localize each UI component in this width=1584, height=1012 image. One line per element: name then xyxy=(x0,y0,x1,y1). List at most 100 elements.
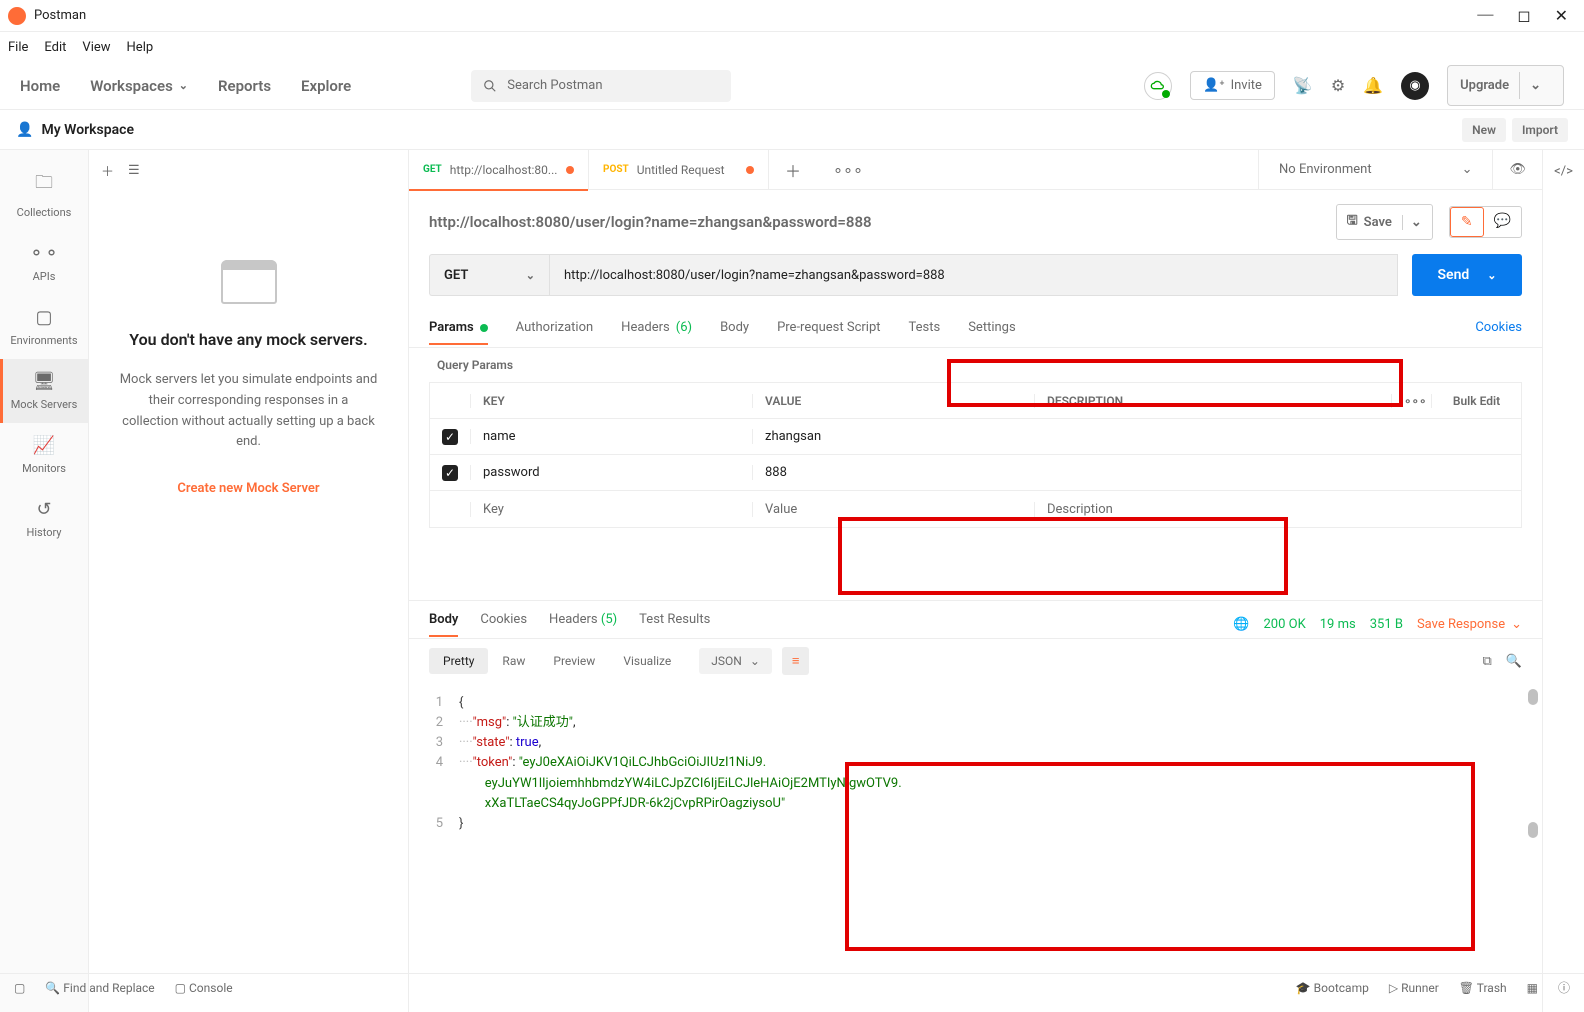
search-icon xyxy=(483,79,497,93)
wrap-lines-icon[interactable]: ≡ xyxy=(782,647,810,675)
nav-explore[interactable]: Explore xyxy=(301,77,351,95)
status-code: 200 OK xyxy=(1264,617,1306,632)
tab-options-button[interactable]: ∘∘∘ xyxy=(817,160,879,179)
minimize-icon[interactable]: — xyxy=(1477,6,1493,26)
runner-button[interactable]: ▷ Runner xyxy=(1389,981,1439,995)
nav-workspaces[interactable]: Workspaces⌄ xyxy=(90,77,188,95)
console-button[interactable]: ▢ Console xyxy=(175,981,233,995)
mock-empty-desc: Mock servers let you simulate endpoints … xyxy=(119,370,378,453)
search-response-icon[interactable]: 🔍 xyxy=(1506,654,1522,669)
mock-panel: ＋ ☰ You don't have any mock servers. Moc… xyxy=(89,150,409,1012)
menu-edit[interactable]: Edit xyxy=(44,40,66,55)
globe-icon[interactable]: 🌐 xyxy=(1233,617,1249,632)
scrollbar[interactable] xyxy=(1528,822,1538,838)
copy-icon[interactable]: ⧉ xyxy=(1483,654,1492,669)
comment-icon[interactable]: 💬 xyxy=(1484,207,1521,237)
environment-selector[interactable]: No Environment⌄ xyxy=(1258,150,1492,190)
sidebar-item-environments[interactable]: ▢Environments xyxy=(0,295,88,359)
checkbox-checked-icon[interactable]: ✓ xyxy=(442,465,458,481)
tab-headers[interactable]: Headers (6) xyxy=(621,314,692,345)
global-search[interactable]: Search Postman xyxy=(471,70,731,102)
tab-body[interactable]: Body xyxy=(720,314,749,345)
request-area: GET http://localhost:80... POST Untitled… xyxy=(409,150,1542,1012)
tab-prerequest[interactable]: Pre-request Script xyxy=(777,314,880,345)
sidebar-item-collections[interactable]: 🗀Collections xyxy=(0,158,88,231)
fmt-visualize[interactable]: Visualize xyxy=(609,648,685,674)
workspace-name[interactable]: 👤 My Workspace xyxy=(16,122,134,138)
menu-view[interactable]: View xyxy=(82,40,110,55)
fmt-raw[interactable]: Raw xyxy=(488,648,539,674)
scrollbar[interactable] xyxy=(1528,689,1538,705)
mock-empty-title: You don't have any mock servers. xyxy=(129,328,367,352)
cookies-link[interactable]: Cookies xyxy=(1475,314,1522,345)
sidebar-toggle-icon[interactable]: ▢ xyxy=(14,981,25,995)
filter-icon[interactable]: ☰ xyxy=(128,163,140,178)
tab-request-1[interactable]: GET http://localhost:80... xyxy=(409,150,589,190)
trash-button[interactable]: 🗑 Trash xyxy=(1459,981,1507,995)
tab-settings[interactable]: Settings xyxy=(968,314,1015,345)
upgrade-button[interactable]: Upgrade⌄ xyxy=(1447,65,1564,106)
tab-authorization[interactable]: Authorization xyxy=(516,314,594,345)
add-icon[interactable]: ＋ xyxy=(101,161,114,180)
save-response-button[interactable]: Save Response⌄ xyxy=(1417,617,1522,632)
menu-file[interactable]: File xyxy=(8,40,28,55)
new-tab-button[interactable]: ＋ xyxy=(769,158,817,182)
new-button[interactable]: New xyxy=(1462,118,1506,142)
sidebar-item-mock-servers[interactable]: 🖥Mock Servers xyxy=(0,359,88,423)
param-row-empty[interactable]: Key Value Description xyxy=(430,491,1521,527)
avatar[interactable]: ◉ xyxy=(1401,72,1429,100)
tab-params[interactable]: Params xyxy=(429,314,488,345)
edit-icon[interactable]: ✎ xyxy=(1450,207,1484,237)
user-plus-icon: 👤⁺ xyxy=(1203,78,1224,93)
param-row[interactable]: ✓ password 888 xyxy=(430,455,1521,491)
satellite-icon[interactable]: 📡 xyxy=(1293,76,1313,95)
sidebar-item-apis[interactable]: ⚬⚬APIs xyxy=(0,231,88,295)
create-mock-link[interactable]: Create new Mock Server xyxy=(177,481,319,496)
gear-icon[interactable]: ⚙ xyxy=(1331,76,1345,95)
send-button[interactable]: Send⌄ xyxy=(1412,254,1522,296)
sidebar-item-history[interactable]: ↺History xyxy=(0,487,88,551)
import-button[interactable]: Import xyxy=(1512,118,1568,142)
sync-icon[interactable] xyxy=(1144,72,1172,100)
environments-icon: ▢ xyxy=(35,307,52,328)
http-method-select[interactable]: GET⌄ xyxy=(429,254,549,296)
query-params-table: KEY VALUE DESCRIPTION ∘∘∘ Bulk Edit ✓ na… xyxy=(429,382,1522,528)
format-select[interactable]: JSON⌄ xyxy=(699,648,772,674)
sidebar-item-monitors[interactable]: 📈Monitors xyxy=(0,423,88,487)
bulk-edit-link[interactable]: Bulk Edit xyxy=(1431,394,1521,408)
save-button[interactable]: 🖫Save⌄ xyxy=(1336,204,1433,240)
menu-help[interactable]: Help xyxy=(127,40,154,55)
tab-request-2[interactable]: POST Untitled Request xyxy=(589,150,769,190)
history-icon: ↺ xyxy=(36,499,51,520)
code-panel-toggle[interactable]: </> xyxy=(1542,150,1584,1012)
param-row[interactable]: ✓ name zhangsan xyxy=(430,419,1521,455)
response-tab-headers[interactable]: Headers (5) xyxy=(549,612,617,637)
request-title: http://localhost:8080/user/login?name=zh… xyxy=(429,213,1320,231)
maximize-icon[interactable]: ◻ xyxy=(1517,6,1530,26)
response-tab-tests[interactable]: Test Results xyxy=(639,612,710,637)
more-options-button[interactable]: ∘∘∘ xyxy=(1391,394,1431,408)
nav-reports[interactable]: Reports xyxy=(218,77,271,95)
invite-button[interactable]: 👤⁺Invite xyxy=(1190,71,1275,100)
tab-tests[interactable]: Tests xyxy=(909,314,941,345)
response-body[interactable]: 1{ 2····"msg": "认证成功", 3····"state": tru… xyxy=(409,683,1542,844)
chevron-down-icon: ⌄ xyxy=(1511,617,1522,632)
find-replace-button[interactable]: 🔍 Find and Replace xyxy=(45,981,154,995)
chevron-down-icon: ⌄ xyxy=(1402,215,1422,230)
response-tab-cookies[interactable]: Cookies xyxy=(480,612,527,637)
nav-home[interactable]: Home xyxy=(20,77,60,95)
chevron-down-icon: ⌄ xyxy=(1519,72,1551,99)
bell-icon[interactable]: 🔔 xyxy=(1363,76,1383,95)
help-icon[interactable]: ⓘ xyxy=(1558,979,1570,996)
environment-quicklook-icon[interactable]: 👁 xyxy=(1492,150,1542,190)
url-input[interactable]: http://localhost:8080/user/login?name=zh… xyxy=(549,254,1398,296)
close-icon[interactable]: ✕ xyxy=(1555,6,1568,26)
fmt-preview[interactable]: Preview xyxy=(539,648,609,674)
bootcamp-button[interactable]: 🎓 Bootcamp xyxy=(1296,981,1369,995)
layout-icon[interactable]: ▦ xyxy=(1527,981,1538,995)
fmt-pretty[interactable]: Pretty xyxy=(429,648,488,674)
response-tab-body[interactable]: Body xyxy=(429,612,458,637)
titlebar: Postman — ◻ ✕ xyxy=(0,0,1584,32)
collections-icon: 🗀 xyxy=(35,170,53,200)
checkbox-checked-icon[interactable]: ✓ xyxy=(442,429,458,445)
